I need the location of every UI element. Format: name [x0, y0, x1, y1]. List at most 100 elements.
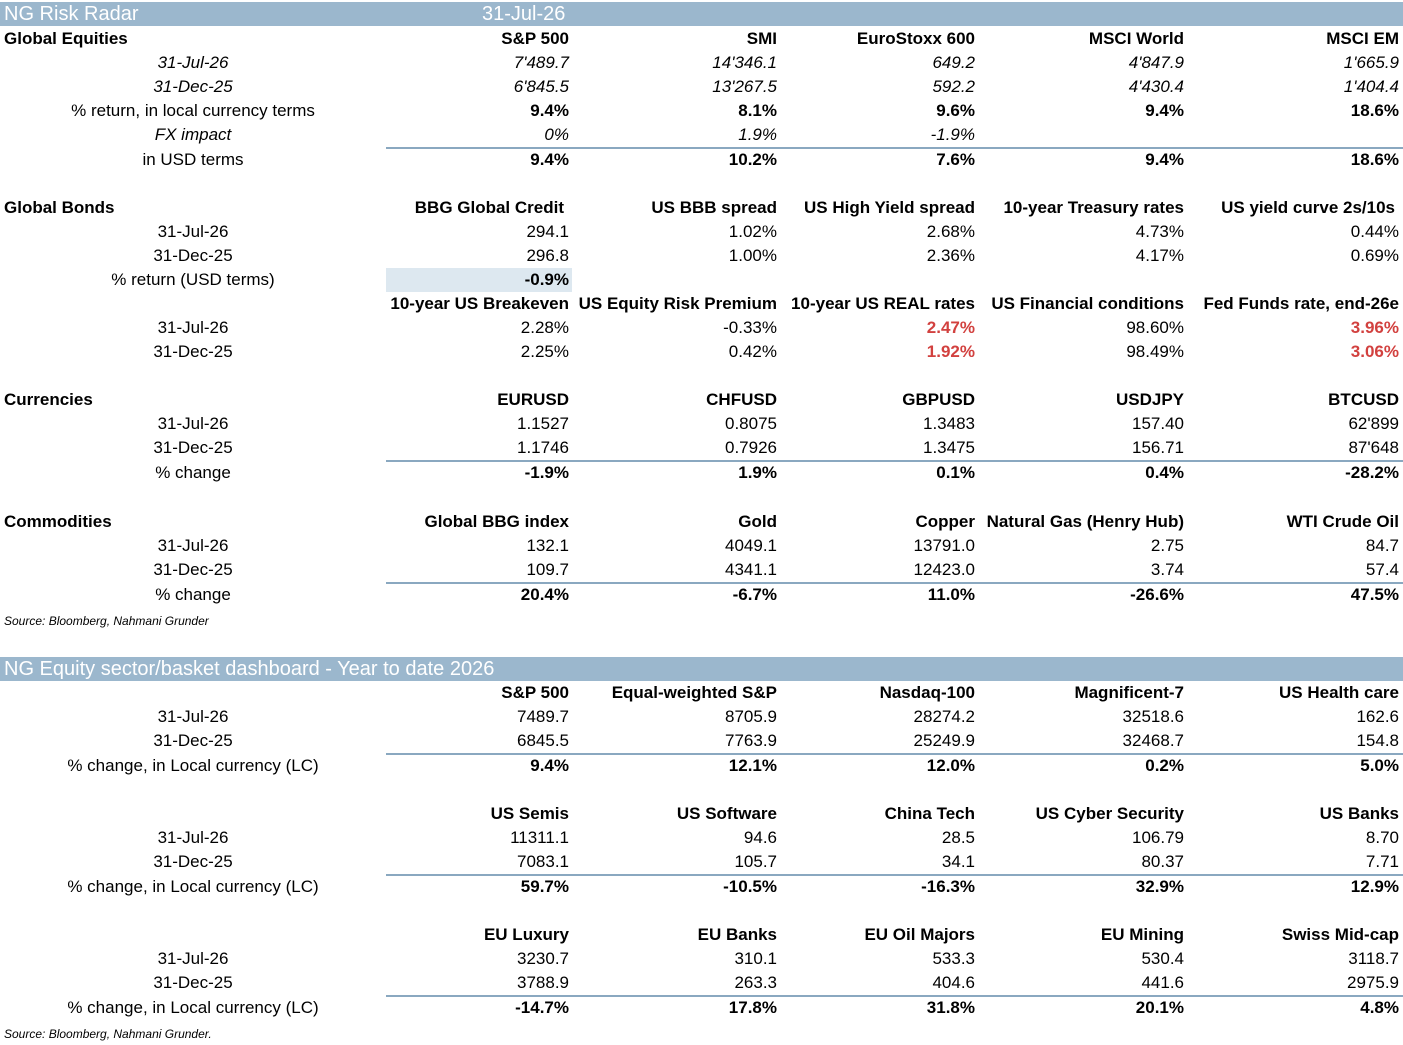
- row-label: 31-Dec-25: [153, 246, 233, 265]
- row-label: 31-Dec-25: [153, 77, 233, 96]
- table-row: 31-Jul-26 7'489.7 14'346.1 649.2 4'847.9…: [0, 51, 1403, 75]
- cell-value: 2.75: [1150, 536, 1184, 555]
- table-row: 31-Jul-26 7489.7 8705.9 28274.2 32518.6 …: [0, 705, 1403, 729]
- cell-value: 0%: [544, 125, 569, 144]
- cell-value: 263.3: [734, 973, 777, 992]
- cell-value: -10.5%: [723, 877, 777, 896]
- column-header: Natural Gas (Henry Hub): [986, 512, 1184, 531]
- cell-value: 132.1: [526, 536, 569, 555]
- cell-value: 1.9%: [738, 463, 777, 482]
- table-row: in USD terms 9.4% 10.2% 7.6% 9.4% 18.6%: [0, 148, 1403, 172]
- cell-value: 12.9%: [1350, 877, 1399, 896]
- cell-value: 9.4%: [530, 101, 569, 120]
- row-label: % return, in local currency terms: [71, 101, 315, 120]
- cell-value: 31.8%: [926, 998, 975, 1017]
- cell-value: 14'346.1: [712, 53, 777, 72]
- column-header: BTCUSD: [1328, 390, 1399, 409]
- row-label: 31-Dec-25: [153, 973, 233, 992]
- cell-value: 6845.5: [517, 731, 569, 750]
- cell-value: 47.5%: [1350, 585, 1399, 604]
- section-title: Global Equities: [4, 29, 128, 48]
- row-label: 31-Jul-26: [157, 53, 229, 72]
- row-label: % change, in Local currency (LC): [67, 877, 319, 896]
- risk-radar-title: NG Risk Radar: [4, 3, 139, 25]
- cell-value: 80.37: [1141, 852, 1184, 871]
- row-label: 31-Dec-25: [153, 560, 233, 579]
- column-header: EU Banks: [697, 925, 777, 944]
- cell-value: 1.92%: [926, 342, 975, 361]
- column-header: 10-year US REAL rates: [791, 294, 975, 313]
- column-header: CHFUSD: [706, 390, 777, 409]
- cell-value: 1'665.9: [1343, 53, 1399, 72]
- cell-value: 106.79: [1132, 828, 1184, 847]
- column-header: US Financial conditions: [991, 294, 1184, 313]
- column-header: USDJPY: [1115, 390, 1184, 409]
- column-header: US BBB spread: [651, 198, 777, 217]
- cell-value: -16.3%: [921, 877, 975, 896]
- cell-value: 3788.9: [517, 973, 569, 992]
- cell-value: 294.1: [526, 222, 569, 241]
- cell-value: 162.6: [1356, 707, 1399, 726]
- row-label: in USD terms: [142, 150, 244, 169]
- cell-value: 28274.2: [913, 707, 975, 726]
- cell-value: 2.25%: [520, 342, 569, 361]
- dashboard-header-row: S&P 500 Equal-weighted S&P Nasdaq-100 Ma…: [0, 681, 1403, 705]
- cell-value: 310.1: [734, 949, 777, 968]
- row-label: 31-Jul-26: [157, 536, 229, 555]
- row-label: 31-Dec-25: [153, 852, 233, 871]
- table-row: 31-Jul-26 132.1 4049.1 13791.0 2.75 84.7: [0, 534, 1403, 558]
- cell-value: -1.9%: [930, 125, 975, 144]
- cell-value: 8.1%: [738, 101, 777, 120]
- table-row: 31-Jul-26 294.1 1.02% 2.68% 4.73% 0.44%: [0, 220, 1403, 244]
- cell-value: 9.4%: [530, 756, 569, 775]
- cell-value: 4'430.4: [1128, 77, 1184, 96]
- cell-value: 57.4: [1365, 560, 1399, 579]
- cell-value: 3.74: [1150, 560, 1184, 579]
- table-row: 31-Dec-25 296.8 1.00% 2.36% 4.17% 0.69%: [0, 244, 1403, 268]
- column-header: Magnificent-7: [1074, 683, 1184, 702]
- cell-value: 2.36%: [926, 246, 975, 265]
- cell-value: 9.6%: [936, 101, 975, 120]
- column-header: Global BBG index: [424, 512, 569, 531]
- cell-value: 12.1%: [728, 756, 777, 775]
- table-row: FX impact 0% 1.9% -1.9%: [0, 123, 1403, 147]
- cell-value: -0.9%: [524, 270, 569, 289]
- cell-value: -26.6%: [1130, 585, 1184, 604]
- cell-value: 28.5: [941, 828, 975, 847]
- column-header: BBG Global Credit: [414, 198, 564, 217]
- table-row: 31-Jul-26 3230.7 310.1 533.3 530.4 3118.…: [0, 947, 1403, 971]
- cell-value: 105.7: [734, 852, 777, 871]
- cell-value: 98.60%: [1126, 318, 1184, 337]
- table-row: 31-Jul-26 1.1527 0.8075 1.3483 157.40 62…: [0, 412, 1403, 436]
- table-row: 31-Dec-25 1.1746 0.7926 1.3475 156.71 87…: [0, 436, 1403, 460]
- cell-value: 1.3483: [923, 414, 975, 433]
- cell-value: 1.02%: [728, 222, 777, 241]
- column-header: US Software: [676, 804, 777, 823]
- cell-value: 156.71: [1132, 438, 1184, 457]
- cell-value: 7083.1: [517, 852, 569, 871]
- cell-value: 4.8%: [1360, 998, 1399, 1017]
- cell-value: 9.4%: [530, 150, 569, 169]
- row-label: 31-Dec-25: [153, 438, 233, 457]
- cell-value: 20.1%: [1135, 998, 1184, 1017]
- row-label: 31-Jul-26: [157, 414, 229, 433]
- cell-value: 4.73%: [1135, 222, 1184, 241]
- bonds-header-row: Global Bonds BBG Global Credit US BBB sp…: [0, 196, 1403, 220]
- table-row: 31-Dec-25 7083.1 105.7 34.1 80.37 7.71: [0, 850, 1403, 874]
- cell-value: 32518.6: [1122, 707, 1184, 726]
- cell-value: [1190, 123, 1399, 147]
- row-label: % change: [155, 585, 231, 604]
- cell-value: 94.6: [743, 828, 777, 847]
- row-label: % change, in Local currency (LC): [67, 998, 319, 1017]
- column-header: Copper: [915, 512, 976, 531]
- column-header: WTI Crude Oil: [1286, 512, 1399, 531]
- cell-value: 12.0%: [926, 756, 975, 775]
- row-label: % change: [155, 463, 231, 482]
- cell-value: 1.9%: [738, 125, 777, 144]
- cell-value: 0.42%: [728, 342, 777, 361]
- cell-value: 592.2: [932, 77, 975, 96]
- table-row: % change -1.9% 1.9% 0.1% 0.4% -28.2%: [0, 461, 1403, 485]
- table-row: 31-Dec-25 6'845.5 13'267.5 592.2 4'430.4…: [0, 75, 1403, 99]
- cell-value: 404.6: [932, 973, 975, 992]
- cell-value: 62'899: [1348, 414, 1399, 433]
